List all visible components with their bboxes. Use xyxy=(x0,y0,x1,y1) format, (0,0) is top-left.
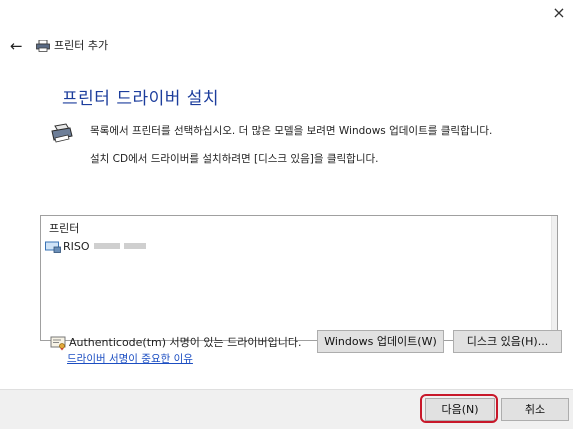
printer-icon xyxy=(36,40,50,52)
description-line-2: 설치 CD에서 드라이버를 설치하려면 [디스크 있음]을 클릭합니다. xyxy=(90,153,379,165)
printer-icon xyxy=(51,123,73,143)
signature-status-text: Authenticode(tm) 서명이 있는 드라이버입니다. xyxy=(69,336,302,349)
page-heading: 프린터 드라이버 설치 xyxy=(62,89,220,109)
list-item[interactable]: RISO xyxy=(45,238,146,254)
have-disk-button[interactable]: 디스크 있음(H)... xyxy=(453,330,562,353)
certificate-icon xyxy=(50,336,66,351)
printer-icon xyxy=(45,241,61,253)
windows-update-button[interactable]: Windows 업데이트(W) xyxy=(317,330,444,353)
back-arrow-icon[interactable]: ← xyxy=(10,37,23,55)
redacted-text xyxy=(93,243,120,249)
wizard-title: 프린터 추가 xyxy=(54,39,109,52)
redacted-text xyxy=(123,243,146,249)
cancel-button[interactable]: 취소 xyxy=(501,398,569,421)
highlight-box xyxy=(420,394,498,423)
description-line-1: 목록에서 프린터를 선택하십시오. 더 많은 모델을 보려면 Windows 업… xyxy=(90,125,493,137)
driver-signing-link[interactable]: 드라이버 서명이 중요한 이유 xyxy=(67,351,193,366)
printer-list[interactable]: 프린터 RISO xyxy=(40,215,558,341)
printer-list-header: 프린터 xyxy=(49,222,80,235)
close-button[interactable]: × xyxy=(547,2,571,24)
scrollbar[interactable] xyxy=(551,216,557,340)
printer-model-label: RISO xyxy=(63,239,90,253)
